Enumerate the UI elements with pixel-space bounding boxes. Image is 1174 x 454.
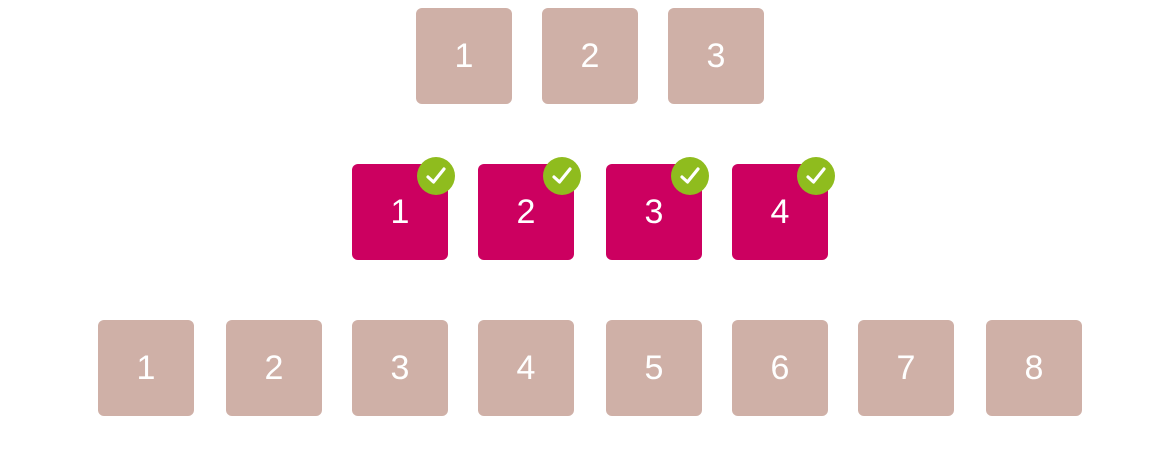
tile-label: 1 [390,193,410,231]
number-tile[interactable]: 1 [98,320,194,416]
tile-label: 7 [896,349,916,387]
number-tile[interactable]: 4 [478,320,574,416]
checkmark-icon [671,157,709,195]
tile-label: 4 [770,193,790,231]
tile-label: 5 [644,349,664,387]
checkmark-icon [543,157,581,195]
tile-label: 2 [264,349,284,387]
tile-label: 8 [1024,349,1044,387]
number-tile-selected[interactable]: 3 [606,157,709,260]
number-tile[interactable]: 5 [606,320,702,416]
number-tile-selected[interactable]: 1 [352,157,455,260]
number-tile[interactable]: 7 [858,320,954,416]
tile-label: 3 [644,193,664,231]
number-tile[interactable]: 2 [542,8,638,104]
tile-label: 4 [516,349,536,387]
tile-label: 6 [770,349,790,387]
checkmark-icon [797,157,835,195]
tile-label: 1 [136,349,156,387]
number-tile[interactable]: 1 [416,8,512,104]
tile-label: 2 [516,193,536,231]
number-tile[interactable]: 6 [732,320,828,416]
tile-label: 1 [454,37,474,75]
number-tile[interactable]: 3 [668,8,764,104]
number-tile[interactable]: 8 [986,320,1082,416]
checkmark-icon [417,157,455,195]
tile-label: 2 [580,37,600,75]
number-tile-selected[interactable]: 4 [732,157,835,260]
tile-label: 3 [706,37,726,75]
number-tile-selected[interactable]: 2 [478,157,581,260]
number-tile[interactable]: 3 [352,320,448,416]
tile-label: 3 [390,349,410,387]
number-tile[interactable]: 2 [226,320,322,416]
